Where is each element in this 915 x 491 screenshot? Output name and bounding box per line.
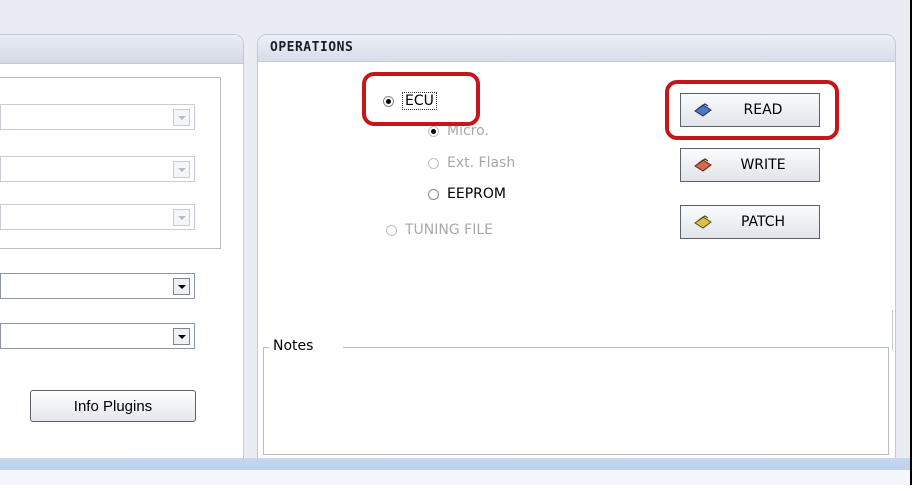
notes-box[interactable]: [263, 347, 889, 455]
radio-eeprom-label: EEPROM: [447, 186, 506, 202]
radio-icon: [386, 224, 397, 236]
chevron-down-icon: [173, 278, 190, 295]
panel-divider: [892, 310, 893, 350]
chevron-down-icon: [173, 161, 190, 178]
bottom-strip: [0, 470, 910, 485]
read-chip-icon: [689, 102, 717, 118]
patch-chip-icon: [689, 214, 717, 230]
read-label: READ: [743, 102, 783, 118]
radio-icon: [428, 188, 439, 200]
notes-label: Notes: [270, 338, 317, 354]
radio-icon: [428, 125, 439, 137]
info-plugins-button[interactable]: Info Plugins: [30, 390, 196, 422]
chevron-down-icon: [173, 328, 190, 345]
ecu-highlight: [362, 72, 480, 126]
combo-select-2[interactable]: [0, 323, 195, 349]
radio-eeprom[interactable]: EEPROM: [428, 186, 506, 202]
read-button[interactable]: READ: [680, 93, 820, 127]
combo-disabled-3[interactable]: [0, 204, 195, 230]
combo-select-1[interactable]: [0, 273, 195, 299]
radio-ext-flash[interactable]: Ext. Flash: [428, 155, 515, 171]
radio-tuning-file-label: TUNING FILE: [405, 222, 493, 238]
radio-tuning-file[interactable]: TUNING FILE: [386, 222, 493, 238]
notes-border-left: [263, 347, 269, 348]
write-button[interactable]: WRITE: [680, 148, 820, 182]
write-chip-icon: [689, 157, 717, 173]
radio-icon: [428, 157, 439, 169]
notes-border-right: [343, 347, 889, 348]
chevron-down-icon: [173, 209, 190, 226]
write-label: WRITE: [740, 157, 786, 173]
operations-title: OPERATIONS: [258, 35, 895, 62]
patch-button[interactable]: PATCH: [680, 205, 820, 239]
combo-disabled-2[interactable]: [0, 156, 195, 182]
patch-label: PATCH: [740, 214, 786, 230]
radio-ext-flash-label: Ext. Flash: [447, 155, 516, 171]
combo-disabled-1[interactable]: [0, 104, 195, 130]
left-panel-header: [0, 35, 243, 64]
chevron-down-icon: [173, 109, 190, 126]
